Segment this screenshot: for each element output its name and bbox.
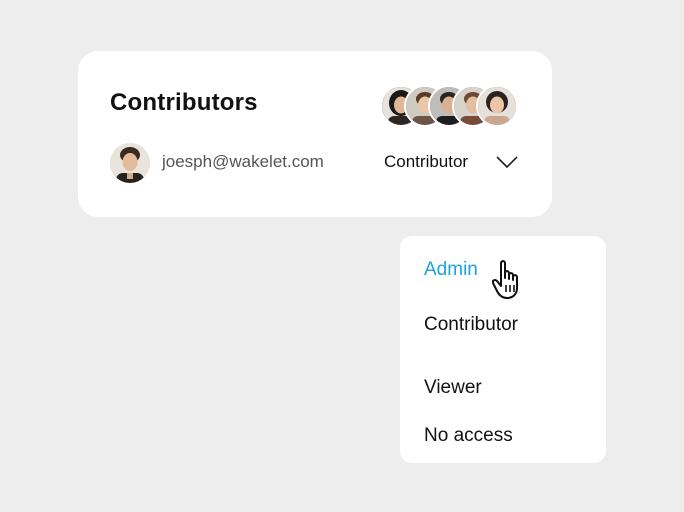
role-select-value: Contributor	[384, 152, 469, 171]
menu-item-contributor[interactable]: Contributor	[424, 314, 518, 336]
card-title: Contributors	[110, 89, 258, 116]
menu-item-no-access[interactable]: No access	[424, 425, 513, 447]
contributors-card: Contributors joesph@wakelet.com Contribu…	[78, 51, 552, 217]
hand-pointer-cursor-icon	[492, 260, 518, 299]
user-avatar	[110, 143, 150, 183]
collaborator-avatar	[476, 85, 518, 127]
menu-item-admin[interactable]: Admin	[424, 259, 478, 281]
user-email: joesph@wakelet.com	[162, 152, 324, 171]
collaborator-avatar-stack[interactable]	[380, 85, 522, 129]
chevron-down-icon[interactable]	[496, 155, 518, 169]
contributor-row: joesph@wakelet.com Contributor	[110, 143, 520, 185]
menu-item-viewer[interactable]: Viewer	[424, 377, 482, 399]
role-select[interactable]: Contributor	[380, 143, 520, 183]
